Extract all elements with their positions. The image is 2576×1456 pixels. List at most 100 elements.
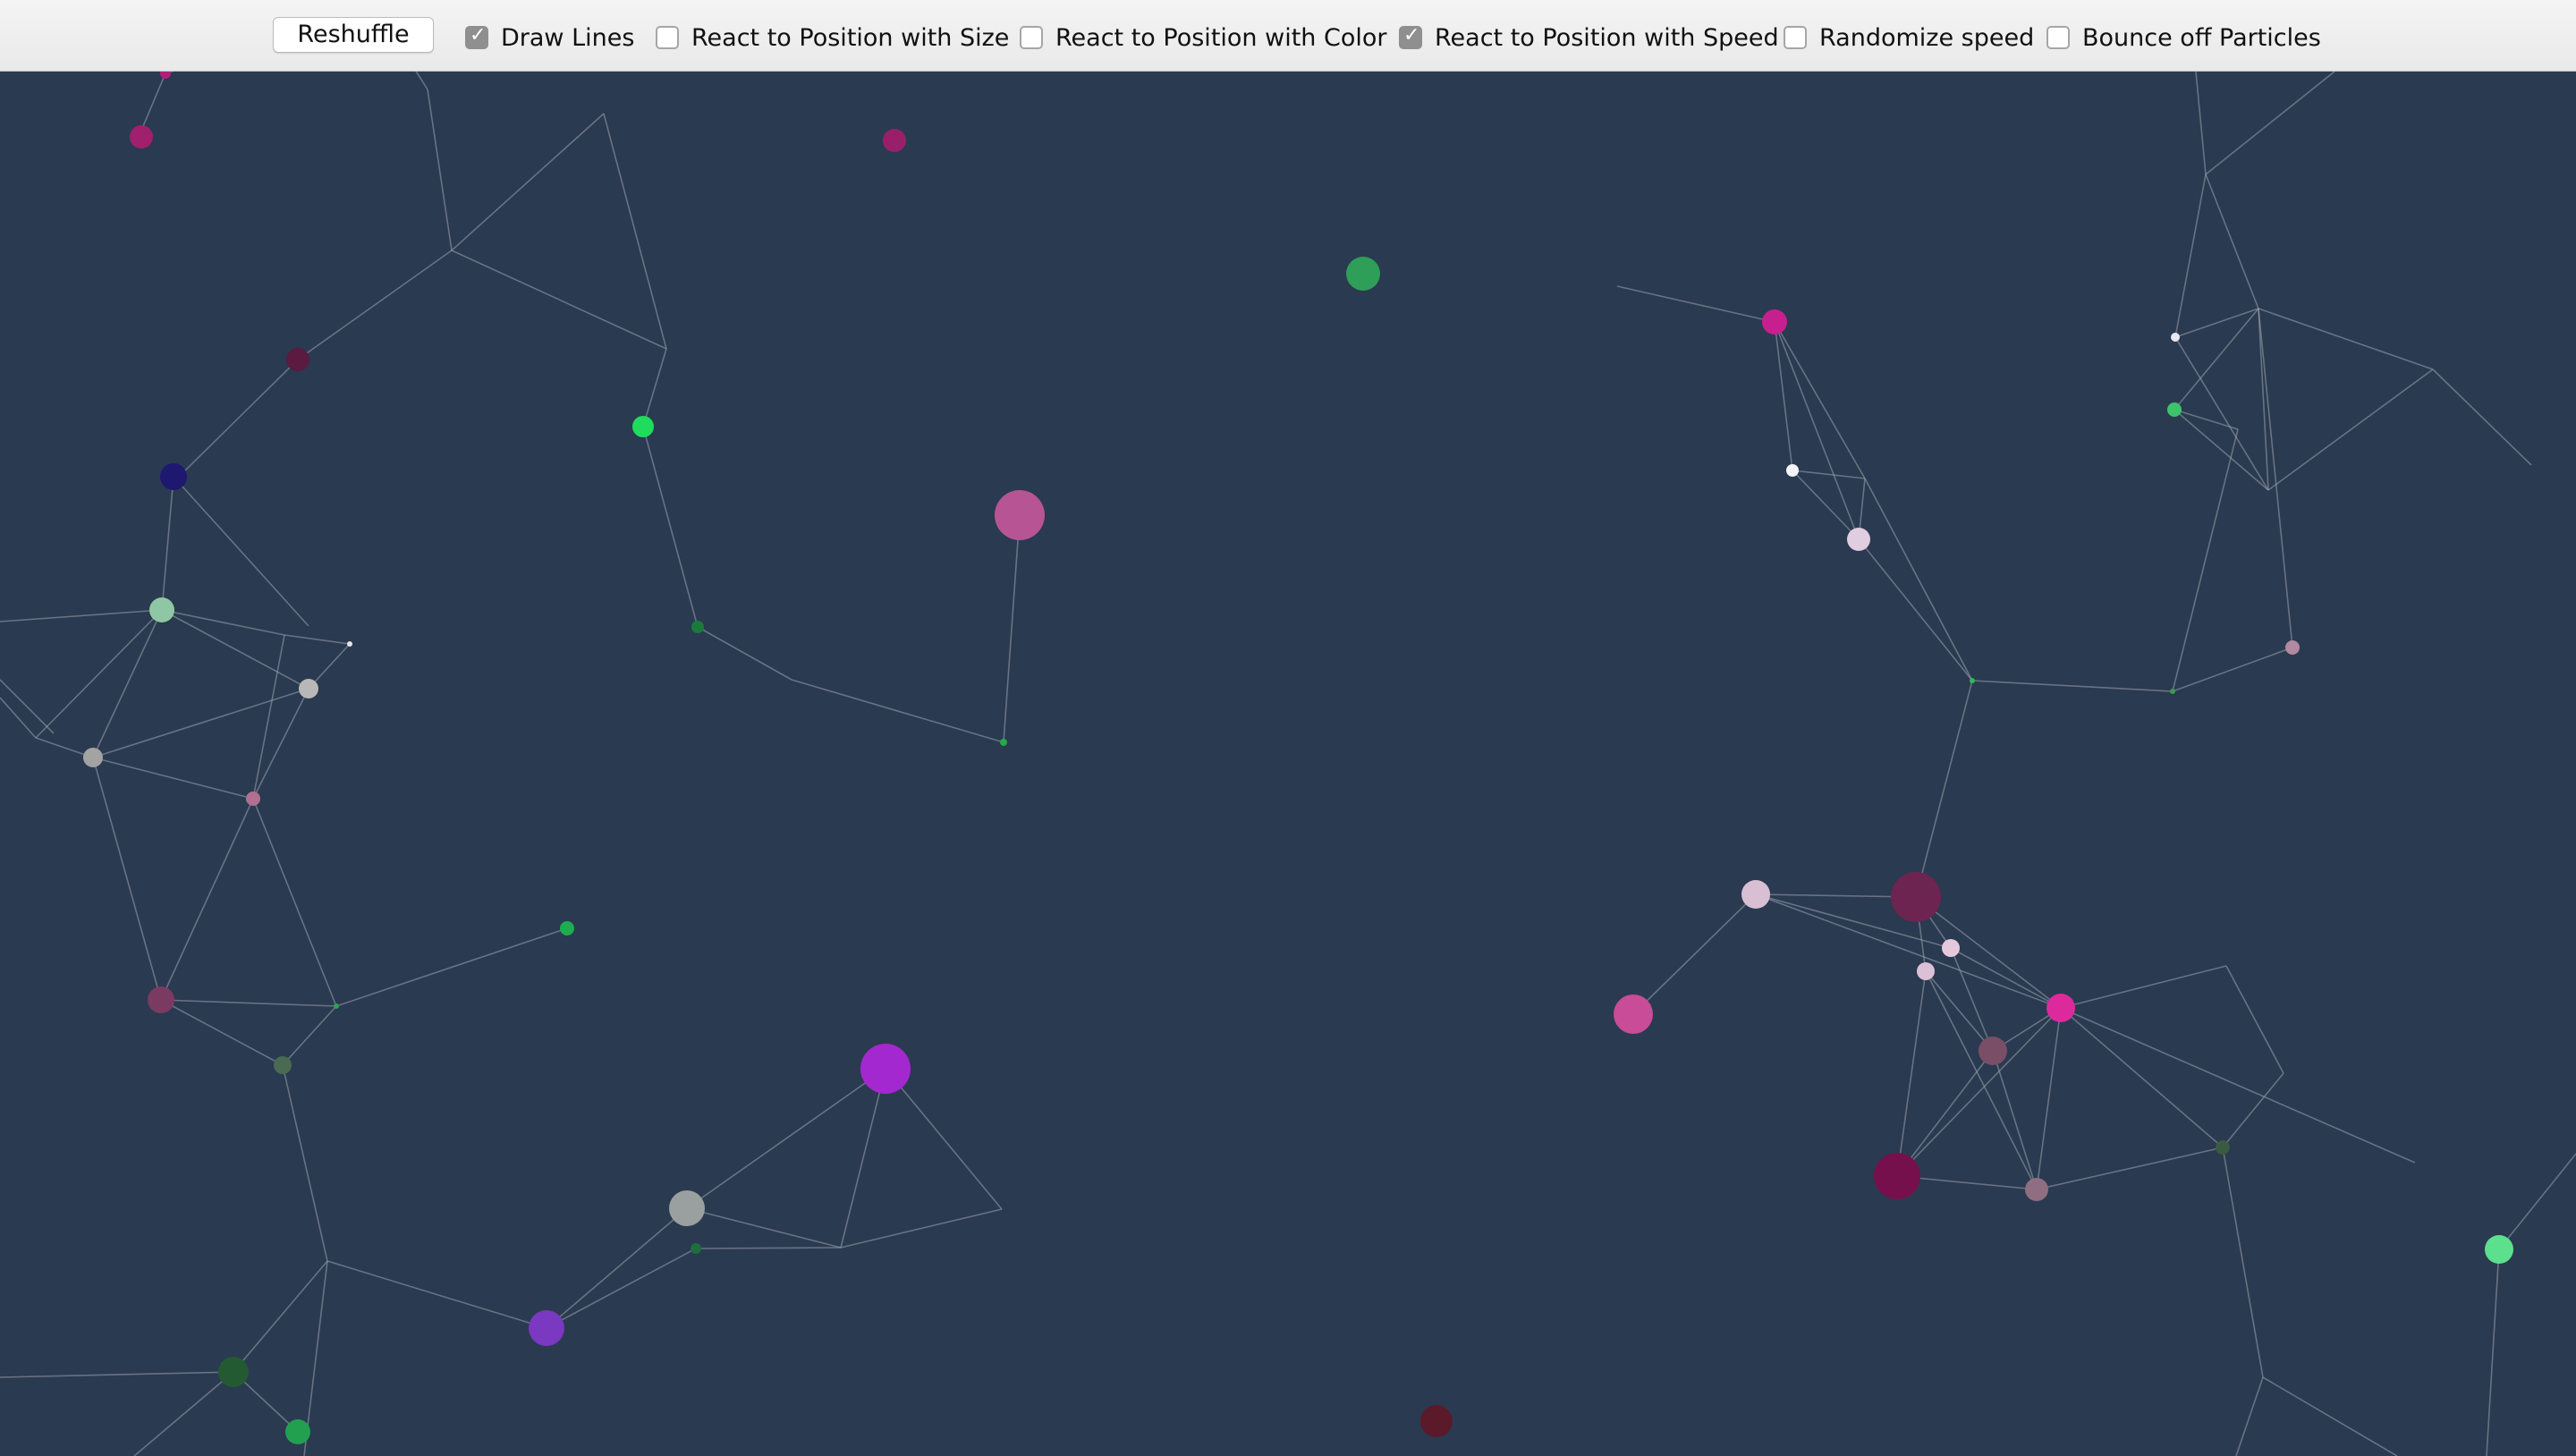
connection-line — [2172, 428, 2239, 692]
connection-line — [1896, 1007, 2062, 1177]
particle — [1979, 1037, 2007, 1065]
connection-line — [2172, 647, 2293, 692]
connection-line — [2222, 1147, 2264, 1378]
particle — [2170, 689, 2175, 694]
connection-line — [1003, 514, 1021, 743]
connection-line — [2222, 1072, 2284, 1148]
draw-lines-checkbox[interactable]: Draw Lines — [465, 23, 634, 52]
particle — [1000, 739, 1007, 746]
connection-line — [2060, 1007, 2224, 1148]
connection-lines — [0, 72, 2576, 1456]
react-size-checkbox-box[interactable] — [656, 26, 679, 49]
particle — [160, 72, 171, 79]
particle-canvas[interactable] — [0, 72, 2576, 1456]
particle — [2046, 994, 2075, 1022]
connection-line — [2486, 1249, 2500, 1456]
connection-line — [885, 1068, 1003, 1210]
connection-line — [1925, 970, 2038, 1190]
connection-line — [642, 348, 667, 427]
reshuffle-button[interactable]: Reshuffle — [273, 17, 434, 53]
connection-line — [2036, 1147, 2224, 1190]
particle — [334, 1003, 339, 1009]
particle — [1847, 528, 1870, 551]
particle — [1917, 962, 1935, 980]
connection-line — [1858, 538, 1973, 681]
randomize-speed-checkbox[interactable]: Randomize speed — [1784, 23, 2034, 52]
react-color-checkbox-box[interactable] — [1020, 26, 1043, 49]
connection-line — [326, 1260, 547, 1329]
connection-line — [1950, 947, 2062, 1009]
connection-line — [282, 1005, 337, 1066]
connection-line — [282, 1064, 328, 1262]
connection-line — [2205, 72, 2335, 175]
connection-line — [0, 609, 163, 622]
connection-line — [160, 999, 284, 1066]
connection-line — [2258, 308, 2269, 491]
react-size-checkbox[interactable]: React to Position with Size — [656, 23, 1009, 52]
connection-line — [160, 798, 254, 1001]
connection-line — [546, 1207, 688, 1329]
particle — [1614, 995, 1653, 1034]
particle — [218, 1357, 249, 1387]
particle — [560, 921, 574, 935]
particle — [632, 416, 654, 437]
connection-line — [0, 1371, 234, 1378]
particle — [1891, 872, 1941, 922]
connection-line — [252, 688, 309, 800]
connection-line — [2498, 1153, 2576, 1250]
particle — [1970, 678, 1975, 683]
particle — [149, 597, 174, 622]
connection-line — [1971, 680, 2174, 692]
connection-line — [161, 609, 309, 690]
connection-line — [1792, 470, 1860, 540]
particle — [1874, 1153, 1920, 1199]
connection-line — [2060, 1007, 2416, 1164]
connection-line — [233, 1260, 328, 1373]
connection-line — [92, 757, 162, 1001]
connection-line — [133, 1371, 234, 1456]
connection-line — [1774, 321, 1866, 479]
bounce-particles-checkbox-box[interactable] — [2046, 26, 2070, 49]
connection-line — [252, 634, 285, 800]
particle — [1741, 880, 1770, 909]
particle — [1346, 257, 1380, 291]
particle — [691, 1243, 701, 1254]
bounce-particles-checkbox[interactable]: Bounce off Particles — [2046, 23, 2321, 52]
draw-lines-checkbox-box[interactable] — [465, 24, 488, 49]
connection-line — [284, 634, 351, 645]
particle — [2171, 333, 2180, 342]
randomize-speed-checkbox-box[interactable] — [1784, 26, 1807, 49]
connection-line — [451, 113, 605, 251]
connection-line — [546, 1248, 697, 1329]
connection-line — [161, 476, 174, 611]
particle — [2285, 640, 2300, 655]
particle — [160, 463, 187, 490]
connection-line — [2205, 174, 2259, 309]
connection-line — [2036, 1007, 2062, 1190]
react-speed-checkbox-box[interactable] — [1399, 24, 1422, 49]
particle — [2216, 1140, 2230, 1155]
connection-line — [92, 757, 254, 800]
particle — [1762, 309, 1787, 334]
particle — [1942, 939, 1960, 957]
react-color-label: React to Position with Color — [1055, 23, 1387, 52]
connection-line — [0, 697, 37, 739]
connection-line — [2262, 1376, 2398, 1456]
connection-line — [642, 426, 699, 628]
particle — [860, 1044, 911, 1094]
connection-line — [2258, 308, 2293, 648]
connection-line — [697, 626, 792, 681]
particle — [995, 490, 1045, 540]
connection-line — [1950, 947, 1994, 1052]
react-speed-checkbox[interactable]: React to Position with Speed — [1399, 23, 1779, 52]
react-speed-label: React to Position with Speed — [1435, 23, 1779, 52]
connection-line — [92, 688, 309, 758]
connection-line — [840, 1208, 1003, 1249]
connection-line — [2235, 1376, 2264, 1456]
particle — [148, 986, 174, 1013]
connection-line — [2174, 409, 2239, 430]
react-color-checkbox[interactable]: React to Position with Color — [1020, 23, 1386, 52]
connection-line — [415, 72, 428, 90]
randomize-speed-label: Randomize speed — [1819, 23, 2035, 52]
connection-line — [297, 250, 453, 360]
